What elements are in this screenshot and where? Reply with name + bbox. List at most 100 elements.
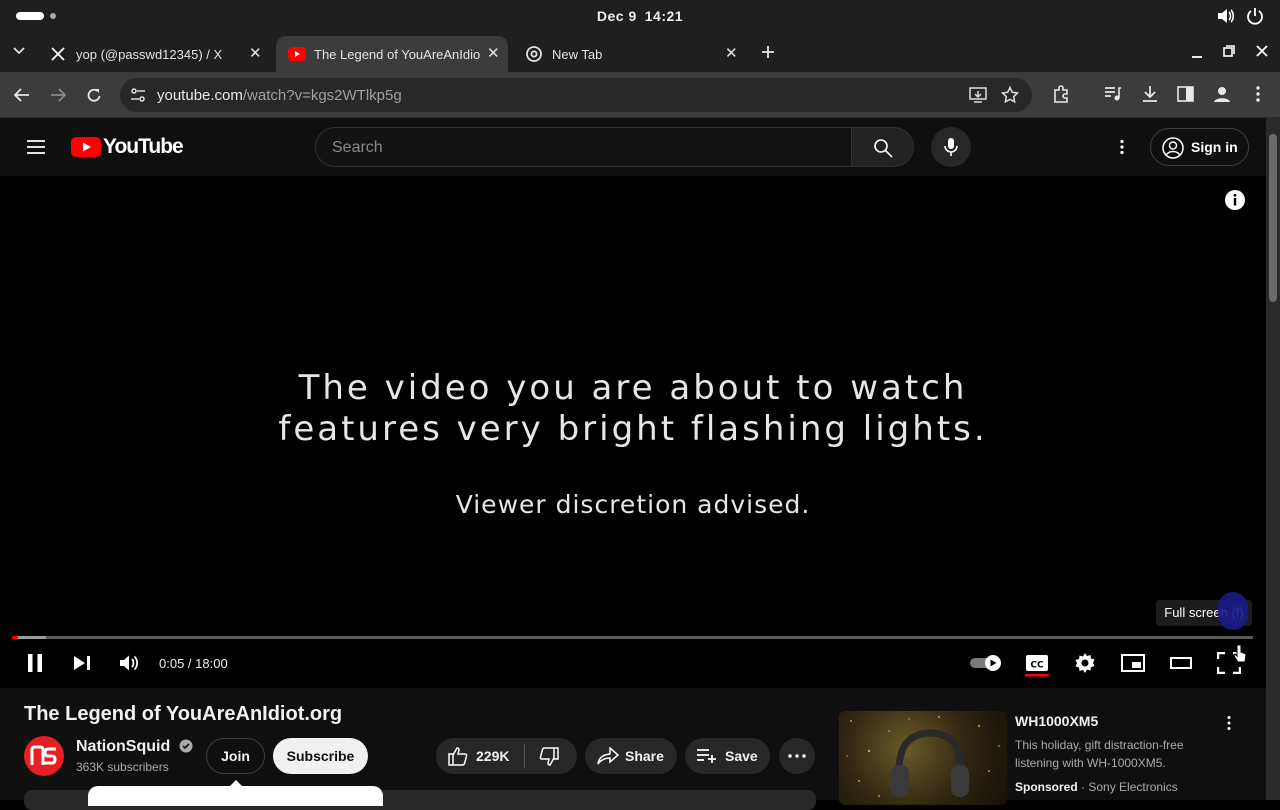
restore-icon[interactable] [1223,45,1235,57]
video-player[interactable]: The video you are about to watch feature… [0,176,1266,688]
browser-menu-icon[interactable] [1255,85,1261,103]
scrollbar-thumb[interactable] [1269,134,1277,302]
share-label: Share [625,748,664,764]
profile-icon[interactable] [1213,85,1231,103]
subscribe-button[interactable]: Subscribe [273,738,368,774]
bookmark-star-icon[interactable] [1001,86,1019,104]
miniplayer-icon[interactable] [1121,654,1145,672]
channel-avatar[interactable] [24,736,64,776]
buffered-bar [16,636,46,639]
site-info-icon[interactable] [130,87,146,103]
chrome-icon [526,46,542,62]
dislike-button[interactable] [525,738,577,774]
tab-strip: yop (@passwd12345) / X ✕ The Legend of Y… [0,32,1280,72]
address-bar[interactable]: youtube.com/watch?v=kgs2WTlkp5g [120,78,1032,112]
hamburger-menu-icon[interactable] [26,139,46,155]
tab-title: yop (@passwd12345) / X [76,47,223,62]
search-box [315,127,852,167]
share-arrow-icon [597,747,619,765]
ad-menu-icon[interactable] [1226,715,1232,731]
channel-name-text: NationSquid [76,738,171,755]
tab-search-chevron-icon[interactable] [13,47,25,55]
browser-toolbar: youtube.com/watch?v=kgs2WTlkp5g [0,72,1280,118]
share-button[interactable]: Share [585,738,677,774]
forward-icon[interactable] [50,87,66,103]
close-tab-icon[interactable]: ✕ [487,46,500,62]
tab-title: New Tab [552,47,603,62]
ad-description: This holiday, gift distraction-free list… [1015,738,1184,770]
youtube-header: YouTube Sign in [0,118,1266,176]
side-panel-icon[interactable] [1177,86,1194,102]
like-button[interactable]: 229K [436,738,524,774]
more-horizontal-icon [788,754,806,758]
close-window-icon[interactable] [1256,45,1268,57]
channel-name[interactable]: NationSquid [76,738,193,756]
reload-icon[interactable] [86,87,102,103]
new-tab-plus-icon[interactable] [761,45,775,59]
captions-icon[interactable]: CC [1025,653,1049,677]
channel-logo-icon [30,745,57,765]
pause-icon[interactable] [27,654,43,672]
join-button[interactable]: Join [206,738,265,774]
ad-advertiser: Sony Electronics [1088,780,1178,794]
mute-volume-icon[interactable] [119,654,139,672]
search-icon [874,139,893,158]
voice-search-button[interactable] [931,127,971,167]
tab-title: The Legend of YouAreAnIdiot.org - YouTub… [314,47,480,62]
played-bar [12,636,18,639]
download-icon[interactable] [1141,85,1159,103]
info-icon[interactable] [1224,189,1246,211]
volume-icon[interactable] [1217,8,1235,24]
join-popup [88,786,383,806]
sponsored-label: Sponsored [1015,780,1078,794]
time-display: 0:05 / 18:00 [159,656,228,671]
tab-youtube[interactable]: The Legend of YouAreAnIdiot.org - YouTub… [276,36,508,72]
youtube-logo[interactable]: YouTube [71,135,184,158]
youtube-logo-text: YouTube [103,135,184,158]
more-actions-button[interactable] [779,738,815,774]
minimize-icon[interactable] [1191,47,1203,59]
youtube-play-logo-icon [71,137,101,157]
clock[interactable]: Dec 9 14:21 [0,8,1280,24]
thumbs-down-icon [539,747,559,766]
media-controls-icon[interactable] [1104,86,1122,102]
power-icon[interactable] [1246,7,1264,25]
next-video-icon[interactable] [73,655,91,671]
save-button[interactable]: Save [685,738,770,774]
microphone-icon [944,138,958,156]
close-tab-icon[interactable]: ✕ [249,46,262,62]
os-top-bar: Dec 9 14:21 [0,0,1280,32]
settings-gear-icon[interactable] [1074,652,1096,674]
video-warning-line-1: The video you are about to watch [298,368,968,408]
extensions-icon[interactable] [1052,85,1070,103]
video-warning-line-2: features very bright flashing lights. [278,409,988,449]
page-scrollbar[interactable] [1266,118,1280,800]
account-circle-icon [1162,137,1184,159]
search-button[interactable] [851,127,914,167]
svg-text:CC: CC [1030,661,1044,671]
install-app-icon[interactable] [969,86,987,104]
progress-bar[interactable] [12,636,1253,639]
theater-mode-icon[interactable] [1170,657,1192,669]
save-label: Save [725,748,758,764]
settings-more-icon[interactable] [1119,139,1125,155]
tab-new-tab[interactable]: New Tab ✕ [514,36,746,72]
search-input[interactable] [332,136,812,160]
verified-check-icon [179,739,193,753]
tab-x[interactable]: yop (@passwd12345) / X ✕ [38,36,270,72]
like-dislike-group: 229K [436,738,577,774]
back-icon[interactable] [14,87,30,103]
add-to-playlist-icon [697,749,716,763]
x-logo-icon [51,47,65,61]
headphones-image [846,716,1000,797]
url-text: youtube.com/watch?v=kgs2WTlkp5g [157,87,402,104]
video-details: The Legend of YouAreAnIdiot.org NationSq… [0,688,1266,810]
ad-thumbnail[interactable] [839,711,1007,805]
clock-date: Dec 9 [596,8,637,24]
ad-title[interactable]: WH1000XM5 [1015,713,1098,729]
autoplay-toggle-icon[interactable] [969,654,1003,672]
youtube-favicon-icon [288,47,306,61]
thumbs-up-icon [448,747,468,766]
close-tab-icon[interactable]: ✕ [725,46,738,62]
sign-in-button[interactable]: Sign in [1150,128,1249,166]
